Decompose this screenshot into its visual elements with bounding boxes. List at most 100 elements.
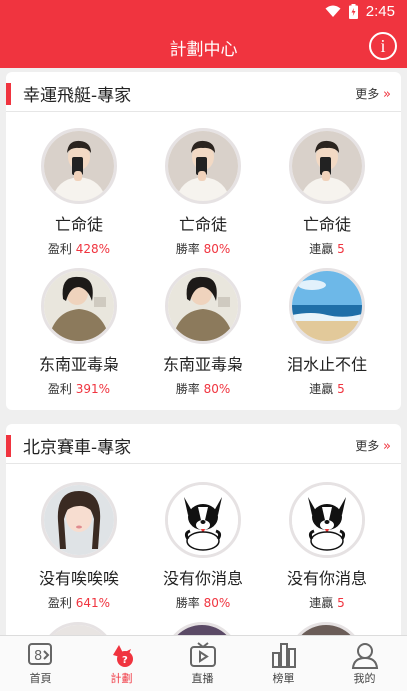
- stat-label: 勝率: [175, 242, 200, 256]
- expert-stat: 勝率 80%: [138, 594, 268, 611]
- expert-name: 泪水止不住: [286, 355, 367, 374]
- expert-name: 亡命徒: [178, 215, 227, 234]
- expert-name: 没有唉唉唉: [38, 569, 119, 588]
- double-chevron-right-icon: »: [383, 439, 391, 454]
- section-accent-bar: [6, 83, 11, 105]
- expert-avatar: [165, 482, 241, 558]
- status-time: 2:45: [365, 3, 395, 20]
- avatar-boy-image: [44, 131, 114, 201]
- expert-name: 东南亚毒枭: [162, 355, 243, 374]
- plan-icon: ?: [107, 641, 137, 669]
- avatar-dog-image: [168, 485, 238, 555]
- double-chevron-right-icon: »: [383, 87, 391, 102]
- more-link[interactable]: 更多 »: [355, 85, 391, 102]
- stat-label: 連贏: [309, 596, 334, 610]
- expert-stat: 連贏 5: [262, 240, 392, 257]
- section-card-bjsc: 北京賽車-專家 更多 » 没有唉唉唉 盈利 641% 没有你消息 勝率 80% …: [6, 424, 401, 635]
- expert-card[interactable]: 泪水止不住 連贏 5: [262, 268, 392, 397]
- tab-ranking[interactable]: 榜單: [243, 636, 324, 691]
- svg-text:8: 8: [34, 649, 42, 664]
- expert-avatar: [289, 128, 365, 204]
- page-title: 計劃中心: [169, 40, 238, 60]
- avatar-image: [167, 625, 237, 635]
- expert-avatar: [41, 482, 117, 558]
- tab-live[interactable]: 直播: [162, 636, 243, 691]
- tab-mine[interactable]: 我的: [324, 636, 405, 691]
- more-link[interactable]: 更多 »: [355, 437, 391, 454]
- section-header: 幸運飛艇-專家 更多 »: [6, 72, 401, 112]
- expert-avatar-partial[interactable]: [288, 622, 364, 635]
- expert-stat: 連贏 5: [262, 380, 392, 397]
- expert-stat: 勝率 80%: [138, 240, 268, 257]
- stat-value: 428%: [75, 242, 111, 256]
- expert-name: 亡命徒: [54, 215, 103, 234]
- tab-label: 計劃: [110, 672, 133, 685]
- user-icon: [350, 641, 380, 669]
- stat-value: 5: [337, 242, 345, 256]
- expert-stat: 勝率 80%: [138, 380, 268, 397]
- avatar-boy-image: [292, 131, 362, 201]
- stat-label: 勝率: [175, 382, 200, 396]
- section-title: 北京賽車-專家: [23, 438, 132, 458]
- wifi-icon: [325, 5, 341, 17]
- tab-home[interactable]: 8 首頁: [0, 636, 81, 691]
- avatar-boy-image: [168, 131, 238, 201]
- avatar-girl-sweater-image: [168, 271, 238, 341]
- stat-label: 盈利: [47, 382, 72, 396]
- expert-card[interactable]: 没有唉唉唉 盈利 641%: [14, 482, 144, 611]
- section-title: 幸運飛艇-專家: [23, 86, 132, 106]
- main-content[interactable]: 幸運飛艇-專家 更多 » 亡命徒 盈利 428% 亡命徒 勝率 80% 亡命徒 …: [0, 68, 407, 635]
- stat-value: 391%: [75, 382, 111, 396]
- expert-avatar-partial[interactable]: [164, 622, 240, 635]
- expert-name: 没有你消息: [286, 569, 367, 588]
- expert-card[interactable]: 东南亚毒枭 盈利 391%: [14, 268, 144, 397]
- stat-value: 5: [337, 596, 345, 610]
- expert-stat: 盈利 428%: [14, 240, 144, 257]
- expert-stat: 連贏 5: [262, 594, 392, 611]
- expert-stat: 盈利 641%: [14, 594, 144, 611]
- expert-card[interactable]: 没有你消息 連贏 5: [262, 482, 392, 611]
- expert-name: 东南亚毒枭: [38, 355, 119, 374]
- lottery-icon: 8: [26, 641, 56, 669]
- stat-value: 80%: [203, 382, 231, 396]
- bottom-tab-bar: 8 首頁 ? 計劃 直播 榜單 我的: [0, 635, 407, 691]
- battery-icon: [348, 4, 358, 19]
- more-label: 更多: [355, 439, 380, 453]
- stat-value: 5: [337, 382, 345, 396]
- tab-label: 榜單: [272, 672, 295, 685]
- section-header: 北京賽車-專家 更多 »: [6, 424, 401, 464]
- svg-text:?: ?: [122, 655, 128, 666]
- expert-name: 亡命徒: [302, 215, 351, 234]
- tab-plan[interactable]: ? 計劃: [81, 636, 162, 691]
- title-bar: 計劃中心 i: [0, 24, 407, 68]
- avatar-girl-sweater-image: [44, 271, 114, 341]
- stat-label: 盈利: [47, 596, 72, 610]
- avatar-image: [43, 625, 113, 635]
- tab-label: 直播: [191, 672, 214, 685]
- stat-label: 勝率: [175, 596, 200, 610]
- stat-value: 80%: [203, 242, 231, 256]
- avatar-image: [291, 625, 361, 635]
- expert-card[interactable]: 亡命徒 盈利 428%: [14, 128, 144, 257]
- expert-card[interactable]: 没有你消息 勝率 80%: [138, 482, 268, 611]
- tv-play-icon: [188, 641, 218, 669]
- expert-avatar: [41, 268, 117, 344]
- info-icon[interactable]: i: [369, 32, 397, 60]
- section-card-xyft: 幸運飛艇-專家 更多 » 亡命徒 盈利 428% 亡命徒 勝率 80% 亡命徒 …: [6, 72, 401, 410]
- section-accent-bar: [6, 435, 11, 457]
- tab-label: 我的: [353, 672, 376, 685]
- expert-avatar: [289, 482, 365, 558]
- expert-avatar: [41, 128, 117, 204]
- expert-card[interactable]: 亡命徒 勝率 80%: [138, 128, 268, 257]
- expert-card[interactable]: 亡命徒 連贏 5: [262, 128, 392, 257]
- bar-chart-icon: [269, 641, 299, 669]
- expert-avatar-partial[interactable]: [40, 622, 116, 635]
- stat-label: 盈利: [47, 242, 72, 256]
- expert-avatar: [165, 128, 241, 204]
- stat-value: 80%: [203, 596, 231, 610]
- expert-stat: 盈利 391%: [14, 380, 144, 397]
- stat-label: 連贏: [309, 242, 334, 256]
- expert-avatar: [165, 268, 241, 344]
- status-bar: 2:45: [0, 0, 407, 24]
- expert-card[interactable]: 东南亚毒枭 勝率 80%: [138, 268, 268, 397]
